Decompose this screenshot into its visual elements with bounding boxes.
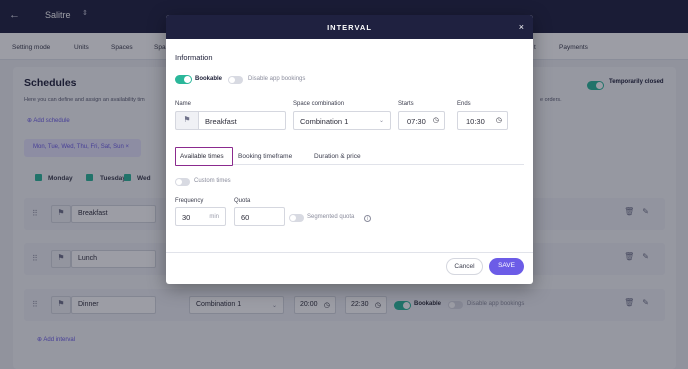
interval-modal: INTERVAL × Information Bookable Disable … — [166, 15, 533, 284]
frequency-label: Frequency — [175, 198, 204, 204]
info-icon[interactable]: i — [364, 215, 371, 222]
space-combination-label: Space combination — [293, 101, 345, 107]
modal-header: INTERVAL — [166, 15, 533, 39]
disable-app-bookings-toggle[interactable] — [228, 76, 243, 84]
quota-input[interactable]: 60 — [234, 207, 285, 226]
interval-name-input[interactable]: Breakfast — [198, 111, 286, 130]
segmented-quota-label: Segmented quota — [307, 214, 355, 220]
tab-available-times[interactable]: Available times — [175, 147, 233, 166]
flag-icon[interactable]: ⚑ — [175, 111, 198, 130]
bookable-toggle[interactable] — [175, 75, 192, 84]
custom-times-toggle[interactable] — [175, 178, 190, 186]
space-combination-value: Combination 1 — [300, 117, 349, 126]
disable-app-bookings-label: Disable app bookings — [248, 76, 306, 82]
chevron-down-icon: ⌄ — [378, 118, 384, 124]
starts-value: 07:30 — [407, 117, 426, 126]
close-icon[interactable]: × — [519, 22, 524, 32]
tab-duration-price[interactable]: Duration & price — [314, 153, 361, 160]
starts-label: Starts — [398, 101, 414, 107]
starts-time-input[interactable]: 07:30 ◷ — [398, 111, 445, 130]
ends-time-input[interactable]: 10:30 ◷ — [457, 111, 508, 130]
ends-label: Ends — [457, 101, 471, 107]
ends-value: 10:30 — [466, 117, 485, 126]
interval-tabs: Available times Booking timeframe Durati… — [175, 147, 524, 166]
modal-title: INTERVAL — [327, 23, 372, 32]
quota-value: 60 — [241, 213, 250, 222]
quota-label: Quota — [234, 198, 251, 204]
modal-footer-divider — [166, 252, 533, 253]
bookable-label: Bookable — [195, 76, 223, 82]
custom-times-label: Custom times — [194, 178, 231, 184]
interval-name-value: Breakfast — [205, 117, 237, 126]
cancel-button[interactable]: Cancel — [446, 258, 483, 275]
segmented-quota-toggle[interactable] — [289, 214, 304, 222]
information-heading: Information — [175, 53, 213, 62]
name-label: Name — [175, 101, 192, 107]
save-button[interactable]: SAVE — [489, 258, 524, 275]
frequency-unit: min — [209, 214, 219, 220]
clock-icon: ◷ — [432, 117, 439, 124]
tab-booking-timeframe[interactable]: Booking timeframe — [238, 153, 292, 160]
frequency-value: 30 — [182, 213, 191, 222]
frequency-input[interactable]: 30 min — [175, 207, 226, 226]
clock-icon: ◷ — [495, 117, 502, 124]
space-combination-select[interactable]: Combination 1 ⌄ — [293, 111, 391, 130]
